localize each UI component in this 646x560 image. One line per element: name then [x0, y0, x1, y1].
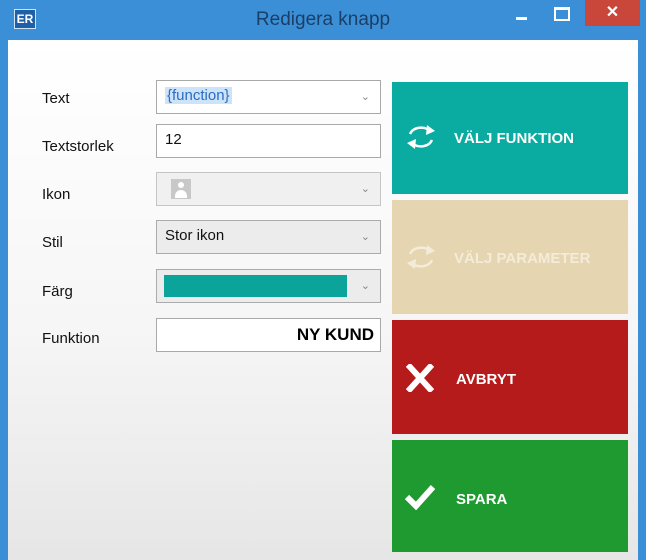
minimize-button[interactable]	[502, 0, 542, 26]
user-placeholder-icon	[171, 179, 191, 199]
close-button[interactable]: ✕	[585, 0, 640, 26]
choose-function-label: VÄLJ FUNKTION	[454, 130, 574, 147]
dialog-window: ER Redigera knapp ✕ Text {function} ⌄ Te…	[0, 0, 646, 560]
text-size-label: Textstorlek	[42, 138, 114, 155]
style-label: Stil	[42, 234, 63, 251]
text-size-input[interactable]: 12	[156, 124, 381, 158]
choose-parameter-button[interactable]: VÄLJ PARAMETER	[392, 200, 628, 314]
title-bar[interactable]: ER Redigera knapp ✕	[0, 0, 646, 40]
icon-label: Ikon	[42, 186, 71, 203]
style-dropdown[interactable]: Stor ikon ⌄	[156, 220, 381, 254]
save-button[interactable]: SPARA	[392, 440, 628, 552]
close-icon: ✕	[605, 4, 620, 21]
function-label: Funktion	[42, 330, 100, 347]
cancel-button[interactable]: AVBRYT	[392, 320, 628, 434]
minimize-icon	[516, 17, 527, 20]
x-icon	[406, 364, 434, 392]
text-dropdown-value: {function}	[165, 87, 232, 104]
color-swatch	[164, 275, 347, 297]
style-dropdown-value: Stor ikon	[165, 227, 225, 244]
text-dropdown[interactable]: {function} ⌄	[156, 80, 381, 114]
save-label: SPARA	[456, 491, 508, 508]
maximize-button[interactable]	[542, 0, 582, 26]
icon-dropdown[interactable]: ⌄	[156, 172, 381, 206]
function-field: NY KUND	[156, 318, 381, 352]
chevron-down-icon: ⌄	[360, 280, 370, 292]
maximize-icon	[554, 7, 570, 21]
chevron-down-icon: ⌄	[360, 91, 370, 103]
swap-arrows-icon	[407, 125, 435, 149]
choose-function-button[interactable]: VÄLJ FUNKTION	[392, 82, 628, 194]
text-size-value: 12	[165, 131, 182, 148]
swap-arrows-icon	[407, 245, 435, 269]
dialog-content: Text {function} ⌄ Textstorlek 12 Ikon ⌄ …	[8, 40, 638, 560]
cancel-label: AVBRYT	[456, 371, 516, 388]
function-value: NY KUND	[296, 325, 374, 344]
choose-parameter-label: VÄLJ PARAMETER	[454, 250, 591, 267]
text-label: Text	[42, 90, 70, 107]
color-label: Färg	[42, 283, 73, 300]
chevron-down-icon: ⌄	[360, 183, 370, 195]
checkmark-icon	[404, 484, 436, 510]
color-dropdown[interactable]: ⌄	[156, 269, 381, 303]
chevron-down-icon: ⌄	[360, 231, 370, 243]
